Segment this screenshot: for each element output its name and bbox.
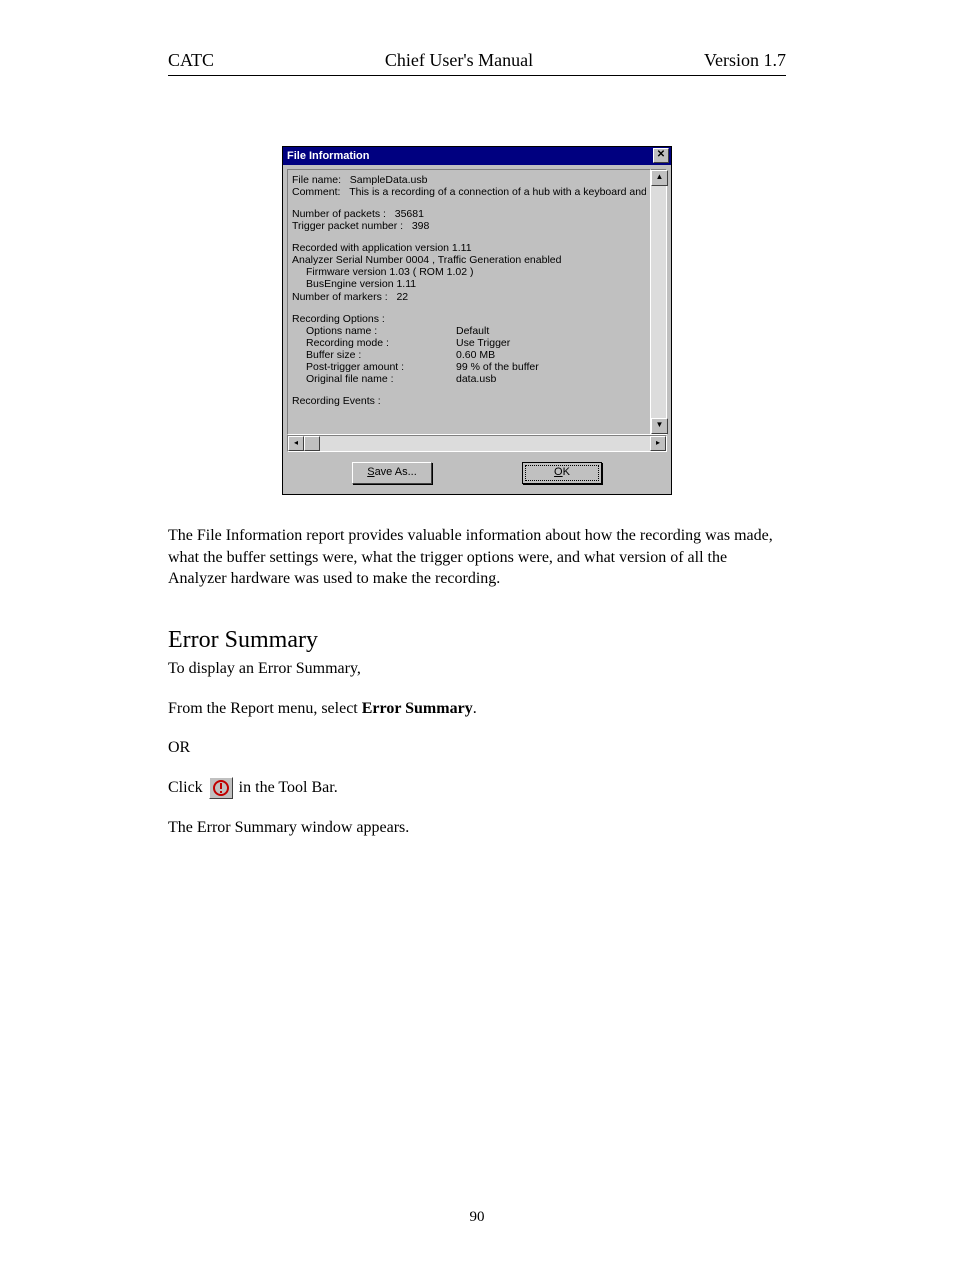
dialog-text-area: File name: SampleData.usb Comment: This … [287,169,651,435]
ok-button[interactable]: OK [522,462,602,484]
close-icon[interactable]: ✕ [653,148,669,163]
opt-post-trigger-value: 99 % of the buffer [456,361,539,373]
scroll-up-icon[interactable]: ▲ [651,170,668,186]
busengine-line: BusEngine version 1.11 [292,278,646,290]
paragraph-click-toolbar: Click in the Tool Bar. [168,777,786,799]
opt-buffer-size-label: Buffer size : [306,349,456,361]
header-center: Chief User's Manual [385,50,533,71]
recording-options-header: Recording Options : [292,313,646,325]
body-content: The File Information report provides val… [168,525,786,839]
paragraph-window-appears: The Error Summary window appears. [168,817,786,839]
dialog-title: File Information [287,150,370,162]
error-summary-toolbar-icon[interactable] [209,777,233,799]
save-as-button[interactable]: Save As... [352,462,432,484]
header-right: Version 1.7 [704,50,786,71]
paragraph-or: OR [168,737,786,759]
recording-events-header: Recording Events : [292,395,646,407]
opt-post-trigger-label: Post-trigger amount : [306,361,456,373]
paragraph-display-error: To display an Error Summary, [168,658,786,680]
dialog-titlebar[interactable]: File Information ✕ [283,147,671,165]
header-rule [168,75,786,76]
num-packets-label: Number of packets : [292,208,386,220]
analyzer-serial-line: Analyzer Serial Number 0004 , Traffic Ge… [292,254,646,266]
header-left: CATC [168,50,214,71]
opt-options-name-label: Options name : [306,325,456,337]
section-heading-error-summary: Error Summary [168,624,786,656]
file-name-label: File name: [292,174,341,186]
opt-options-name-value: Default [456,325,489,337]
file-information-dialog: File Information ✕ File name: SampleData… [282,146,672,495]
paragraph-report-menu: From the Report menu, select Error Summa… [168,698,786,720]
num-packets-value: 35681 [395,208,424,220]
paragraph-file-info: The File Information report provides val… [168,525,786,590]
opt-recording-mode-label: Recording mode : [306,337,456,349]
scroll-left-icon[interactable]: ◂ [288,436,304,451]
recorded-with-line: Recorded with application version 1.11 [292,242,646,254]
horizontal-scrollbar[interactable]: ◂ ▸ [287,435,667,452]
page-number: 90 [168,1209,786,1226]
page-header: CATC Chief User's Manual Version 1.7 [168,50,786,75]
vertical-scrollbar[interactable]: ▲ ▼ [651,169,667,435]
opt-buffer-size-value: 0.60 MB [456,349,495,361]
opt-orig-file-value: data.usb [456,373,496,385]
file-name-value: SampleData.usb [350,174,428,186]
opt-orig-file-label: Original file name : [306,373,456,385]
scroll-thumb[interactable] [304,436,320,451]
scroll-right-icon[interactable]: ▸ [650,436,666,451]
opt-recording-mode-value: Use Trigger [456,337,510,349]
firmware-line: Firmware version 1.03 ( ROM 1.02 ) [292,266,646,278]
trigger-packet-value: 398 [412,220,430,232]
comment-label: Comment: [292,186,340,198]
scroll-down-icon[interactable]: ▼ [651,418,668,434]
comment-value: This is a recording of a connection of a… [349,186,646,198]
trigger-packet-label: Trigger packet number : [292,220,403,232]
num-markers-value: 22 [396,291,408,303]
num-markers-label: Number of markers : [292,291,388,303]
